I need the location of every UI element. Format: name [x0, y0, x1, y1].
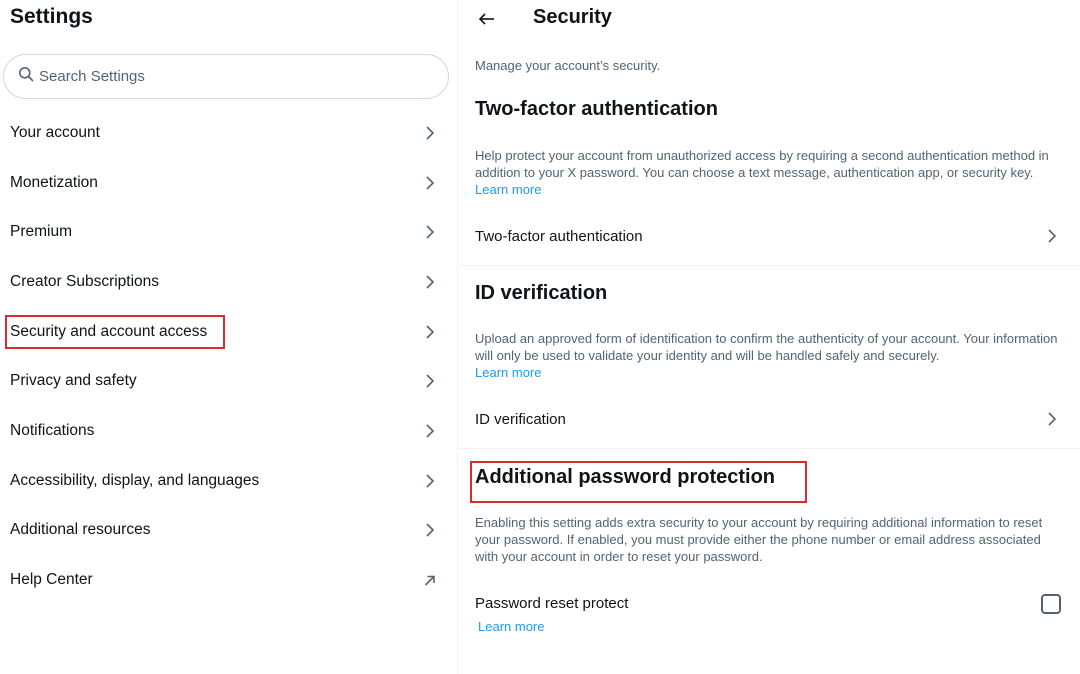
chevron-right-icon [1048, 229, 1057, 243]
nav-item-premium[interactable]: Premium [0, 207, 458, 257]
page-title: Security [533, 6, 612, 28]
chevron-right-icon [426, 523, 435, 537]
row-label: ID verification [475, 410, 566, 428]
chevron-right-icon [426, 424, 435, 438]
chevron-right-icon [426, 225, 435, 239]
nav-item-label: Help Center [10, 571, 93, 589]
chevron-right-icon [426, 374, 435, 388]
nav-item-monetization[interactable]: Monetization [0, 158, 458, 208]
security-panel: Security Manage your account’s security.… [459, 0, 1080, 674]
section-divider [459, 265, 1080, 266]
back-button[interactable] [477, 9, 497, 29]
nav-item-accessibility[interactable]: Accessibility, display, and languages [0, 456, 458, 506]
chevron-right-icon [426, 275, 435, 289]
nav-item-notifications[interactable]: Notifications [0, 406, 458, 456]
external-link-arrow-icon [424, 575, 435, 586]
nav-item-help-center[interactable]: Help Center [0, 555, 458, 605]
nav-item-label: Your account [10, 123, 100, 141]
section-divider [459, 448, 1080, 449]
learn-more-link[interactable]: Learn more [478, 619, 544, 634]
settings-sidebar: Settings Your account Monetization Premi… [0, 0, 458, 674]
learn-more-link[interactable]: Learn more [475, 182, 541, 197]
section-title-id-verification: ID verification [475, 282, 608, 304]
nav-item-label: Notifications [10, 421, 95, 439]
security-header: Security [459, 0, 1080, 40]
settings-nav: Your account Monetization Premium Creato… [0, 108, 458, 605]
nav-item-creator-subscriptions[interactable]: Creator Subscriptions [0, 257, 458, 307]
nav-item-additional-resources[interactable]: Additional resources [0, 506, 458, 556]
nav-item-label: Additional resources [10, 521, 151, 539]
id-verification-row[interactable]: ID verification [459, 394, 1080, 444]
nav-item-label: Premium [10, 223, 73, 241]
learn-more-link[interactable]: Learn more [475, 365, 541, 380]
arrow-left-icon [478, 13, 494, 25]
search-input[interactable] [39, 68, 419, 85]
nav-item-label: Creator Subscriptions [10, 272, 160, 290]
section-title-two-factor: Two-factor authentication [475, 98, 718, 120]
nav-item-label: Accessibility, display, and languages [10, 471, 260, 489]
nav-item-label: Privacy and safety [10, 372, 137, 390]
nav-item-label: Security and account access [4, 314, 226, 349]
search-icon [18, 66, 34, 87]
section-description-two-factor: Help protect your account from unauthori… [475, 148, 1065, 198]
nav-item-label: Monetization [10, 173, 98, 191]
description-text: Help protect your account from unauthori… [475, 148, 1049, 180]
nav-item-security-and-account-access[interactable]: Security and account access [0, 307, 458, 357]
section-description-password-protection: Enabling this setting adds extra securit… [475, 515, 1043, 564]
page-subtitle: Manage your account’s security. [475, 58, 661, 73]
section-title-additional-password-protection: Additional password protection [475, 466, 776, 488]
search-settings-field[interactable] [3, 54, 449, 99]
row-label: Two-factor authentication [475, 227, 643, 245]
chevron-right-icon [1048, 412, 1057, 426]
settings-title: Settings [10, 5, 93, 28]
chevron-right-icon [426, 126, 435, 140]
description-text: Upload an approved form of identificatio… [475, 331, 1058, 363]
nav-item-privacy-and-safety[interactable]: Privacy and safety [0, 356, 458, 406]
two-factor-authentication-row[interactable]: Two-factor authentication [459, 211, 1080, 261]
chevron-right-icon [426, 325, 435, 339]
chevron-right-icon [426, 474, 435, 488]
nav-item-your-account[interactable]: Your account [0, 108, 458, 158]
chevron-right-icon [426, 175, 435, 190]
password-reset-protect-label: Password reset protect [475, 595, 629, 612]
section-description-id-verification: Upload an approved form of identificatio… [475, 331, 1065, 381]
password-reset-protect-checkbox[interactable] [1041, 594, 1061, 614]
